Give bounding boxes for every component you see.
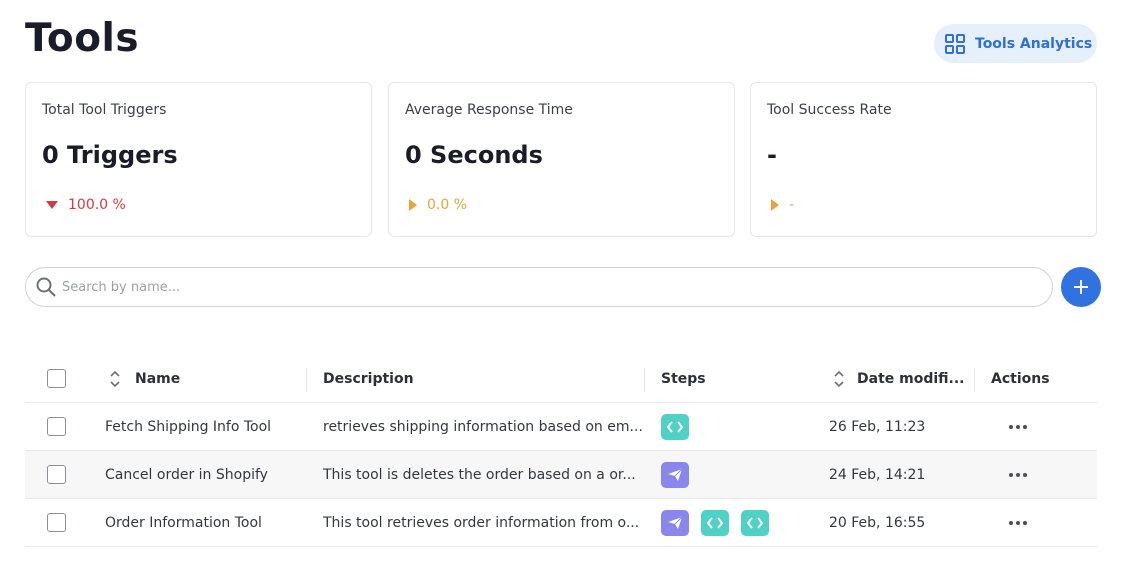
card-value: 0 Triggers xyxy=(42,141,178,169)
table-row[interactable]: Order Information Tool This tool retriev… xyxy=(25,499,1097,547)
search-icon xyxy=(36,277,56,297)
more-actions-icon[interactable] xyxy=(1003,421,1033,433)
row-checkbox[interactable] xyxy=(47,465,66,484)
tools-analytics-label: Tools Analytics xyxy=(975,35,1093,52)
search-input[interactable] xyxy=(62,279,962,295)
date-modified: 20 Feb, 16:55 xyxy=(829,514,926,531)
metric-card-response-time: Average Response Time 0 Seconds 0.0 % xyxy=(388,82,735,237)
card-value: - xyxy=(767,141,777,169)
card-label: Average Response Time xyxy=(405,102,573,118)
add-tool-button[interactable] xyxy=(1061,267,1101,307)
column-header-date[interactable]: Date modifi... xyxy=(833,355,965,402)
send-step-icon xyxy=(661,509,689,536)
date-modified: 24 Feb, 14:21 xyxy=(829,466,926,483)
date-modified: 26 Feb, 11:23 xyxy=(829,418,926,435)
triangle-right-icon xyxy=(771,199,779,211)
column-header-name[interactable]: Name xyxy=(109,355,180,402)
tool-name: Cancel order in Shopify xyxy=(105,466,268,483)
column-header-actions: Actions xyxy=(991,370,1050,387)
row-checkbox[interactable] xyxy=(47,417,66,436)
tool-steps xyxy=(661,403,689,450)
card-label: Tool Success Rate xyxy=(767,102,892,118)
column-header-description: Description xyxy=(323,370,414,387)
card-trend: 100.0 % xyxy=(46,197,126,213)
sort-icon xyxy=(834,370,844,387)
code-step-icon xyxy=(701,509,729,536)
tool-steps xyxy=(661,451,689,498)
tool-name: Order Information Tool xyxy=(105,514,262,531)
code-step-icon xyxy=(661,413,689,440)
card-trend: 0.0 % xyxy=(409,197,467,213)
column-header-steps: Steps xyxy=(661,370,706,387)
tool-description: retrieves shipping information based on … xyxy=(323,418,643,435)
tool-name: Fetch Shipping Info Tool xyxy=(105,418,272,435)
card-label: Total Tool Triggers xyxy=(42,102,167,118)
metric-card-triggers: Total Tool Triggers 0 Triggers 100.0 % xyxy=(25,82,372,237)
metric-card-success-rate: Tool Success Rate - - xyxy=(750,82,1097,237)
card-trend: - xyxy=(771,197,794,213)
trend-value: - xyxy=(789,197,795,213)
more-actions-icon[interactable] xyxy=(1003,469,1033,481)
more-actions-icon[interactable] xyxy=(1003,517,1033,529)
select-all-checkbox[interactable] xyxy=(47,369,66,388)
tool-steps xyxy=(661,499,769,546)
column-header-label: Name xyxy=(135,370,181,387)
trend-value: 100.0 % xyxy=(68,197,126,213)
tool-description: This tool retrieves order information fr… xyxy=(323,514,640,531)
trend-value: 0.0 % xyxy=(427,197,468,213)
tools-analytics-button[interactable]: Tools Analytics xyxy=(934,24,1097,63)
plus-icon xyxy=(1074,280,1088,294)
triangle-right-icon xyxy=(409,199,417,211)
search-bar[interactable] xyxy=(25,267,1053,307)
table-header: Name Description Steps Date modifi... Ac… xyxy=(25,355,1097,403)
tools-table: Name Description Steps Date modifi... Ac… xyxy=(25,355,1097,547)
code-step-icon xyxy=(741,509,769,536)
grid-icon xyxy=(945,33,965,54)
page-title: Tools xyxy=(25,16,140,61)
row-checkbox[interactable] xyxy=(47,513,66,532)
triangle-down-icon xyxy=(46,201,58,209)
column-header-label: Date modifi... xyxy=(857,370,965,387)
table-row[interactable]: Cancel order in Shopify This tool is del… xyxy=(25,451,1097,499)
sort-icon xyxy=(110,370,120,387)
send-step-icon xyxy=(661,461,689,488)
tool-description: This tool is deletes the order based on … xyxy=(323,466,636,483)
table-row[interactable]: Fetch Shipping Info Tool retrieves shipp… xyxy=(25,403,1097,451)
card-value: 0 Seconds xyxy=(405,141,543,169)
